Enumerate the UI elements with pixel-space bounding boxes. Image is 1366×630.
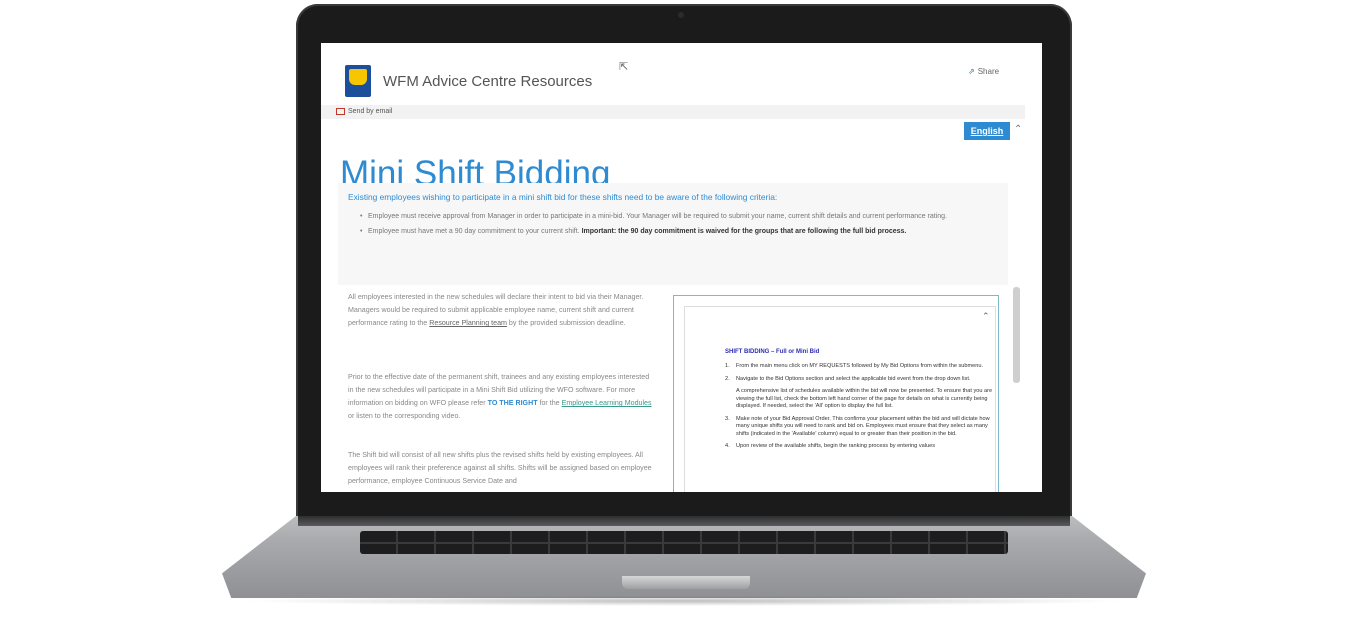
paragraph-intent: All employees interested in the new sche…: [348, 291, 653, 330]
step-text: Navigate to the Bid Options section and …: [736, 375, 971, 382]
mail-icon: [336, 108, 345, 115]
step-text: Make note of your Bid Approval Order. Th…: [736, 415, 990, 437]
chevron-up-icon[interactable]: ⌃: [1014, 124, 1022, 135]
share-label: Share: [977, 67, 1000, 76]
mouse-cursor-icon: ⇱: [619, 61, 629, 73]
step-number: 3.: [725, 415, 730, 422]
paragraph-text: or listen to the corresponding video.: [348, 412, 461, 420]
to-the-right-highlight: TO THE RIGHT: [487, 399, 538, 407]
paragraph-text: for the: [539, 399, 560, 407]
keyboard-divider: [360, 542, 1008, 544]
employee-learning-modules-link[interactable]: Employee Learning Modules: [562, 399, 652, 407]
site-title[interactable]: WFM Advice Centre Resources: [383, 73, 592, 90]
document-step: 4. Upon review of the available shifts, b…: [725, 443, 995, 451]
chevron-up-icon[interactable]: ⌃: [982, 311, 990, 322]
laptop-shadow: [240, 596, 1128, 606]
document-heading: SHIFT BIDDING – Full or Mini Bid: [725, 349, 820, 355]
share-icon: ⇗: [968, 67, 975, 76]
language-toggle-button[interactable]: English: [964, 122, 1010, 140]
command-bar: Send by email: [321, 105, 1025, 119]
criteria-list: Employee must receive approval from Mana…: [360, 211, 988, 241]
criteria-section: Existing employees wishing to participat…: [338, 183, 1008, 285]
browser-screen: WFM Advice Centre Resources ⇱ ⇗ Share Sen…: [321, 43, 1042, 492]
step-number: 2.: [725, 375, 730, 382]
step-text: From the main menu click on MY REQUESTS …: [736, 363, 984, 369]
embedded-document-frame[interactable]: ⌃ SHIFT BIDDING – Full or Mini Bid 1. Fro…: [673, 295, 999, 492]
camera-icon: [678, 12, 684, 18]
criteria-intro: Existing employees wishing to participat…: [348, 192, 778, 202]
document-viewer[interactable]: ⌃ SHIFT BIDDING – Full or Mini Bid 1. Fro…: [684, 306, 996, 492]
send-by-email-button[interactable]: Send by email: [348, 108, 392, 115]
document-steps: 1. From the main menu click on MY REQUEST…: [725, 363, 995, 456]
paragraph-mini-bid: Prior to the effective date of the perma…: [348, 371, 653, 423]
page-scrollbar[interactable]: [1013, 287, 1020, 383]
document-step: 1. From the main menu click on MY REQUEST…: [725, 363, 995, 371]
document-step: 2. Navigate to the Bid Options section an…: [725, 376, 995, 411]
criteria-item: Employee must receive approval from Mana…: [360, 211, 988, 223]
resource-planning-link[interactable]: Resource Planning team: [429, 319, 507, 327]
rbc-logo[interactable]: [345, 65, 371, 97]
site-header: WFM Advice Centre Resources ⇱ ⇗ Share: [321, 43, 1042, 105]
laptop-hinge: [298, 516, 1070, 526]
paragraph-text: by the provided submission deadline.: [508, 319, 626, 327]
criteria-text: Employee must have met a 90 day commitme…: [368, 228, 580, 235]
step-text: Upon review of the available shifts, beg…: [736, 443, 936, 449]
step-number: 1.: [725, 363, 730, 369]
step-subtext: A comprehensive list of schedules availa…: [736, 388, 993, 409]
document-step: 3. Make note of your Bid Approval Order. …: [725, 416, 995, 439]
step-number: 4.: [725, 443, 730, 449]
trackpad-notch: [622, 576, 750, 589]
criteria-item: Employee must have met a 90 day commitme…: [360, 226, 988, 238]
paragraph-shift-bid: The Shift bid will consist of all new sh…: [348, 451, 652, 485]
share-button[interactable]: ⇗ Share: [968, 67, 999, 76]
criteria-important: Important: the 90 day commitment is waiv…: [581, 228, 907, 235]
